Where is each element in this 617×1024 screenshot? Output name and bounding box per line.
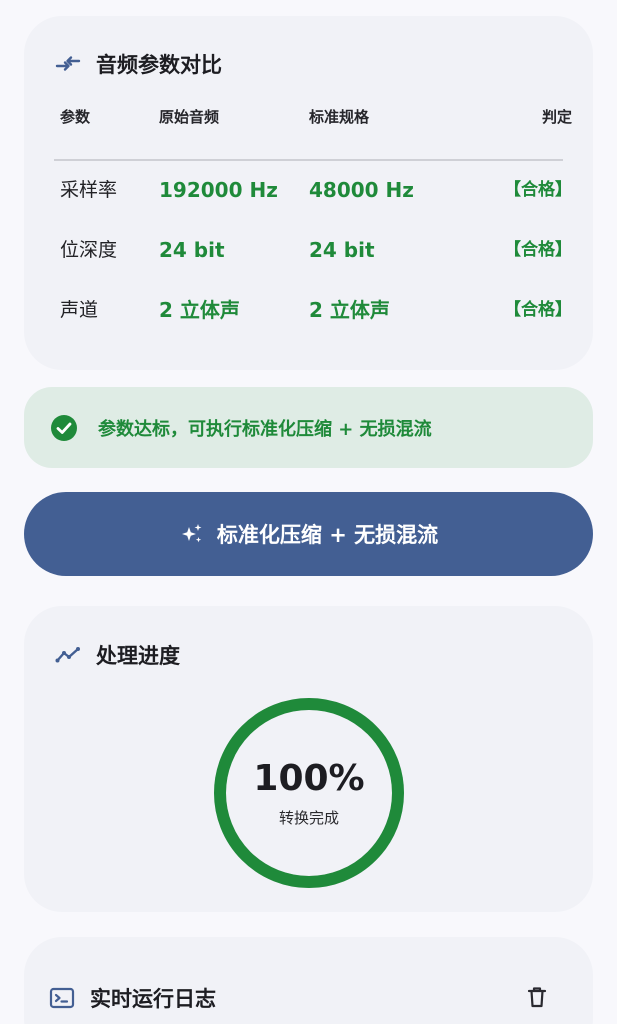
- compress-mux-button-label: 标准化压缩 + 无损混流: [216, 523, 439, 547]
- compress-mux-button[interactable]: 标准化压缩 + 无损混流: [24, 492, 593, 576]
- progress-card: 处理进度 100% 转换完成: [24, 606, 593, 912]
- header-param: 参数: [60, 108, 91, 126]
- row-original: 24 bit: [159, 238, 225, 262]
- table-divider: [54, 159, 563, 161]
- params-table-body: 采样率 192000 Hz 48000 Hz 【合格】 位深度 24 bit 2…: [54, 176, 572, 356]
- row-verdict: 【合格】: [504, 300, 572, 320]
- row-standard: 48000 Hz: [309, 178, 414, 202]
- progress-percent: 100%: [253, 757, 365, 799]
- trash-icon[interactable]: [525, 985, 549, 1009]
- params-title: 音频参数对比: [54, 49, 222, 79]
- trend-line-icon: [54, 641, 82, 669]
- page: 音频参数对比 参数 原始音频 标准规格 判定 采样率 192000 Hz 480…: [0, 0, 617, 1024]
- progress-status: 转换完成: [278, 808, 339, 827]
- table-row: 采样率 192000 Hz 48000 Hz 【合格】: [54, 176, 572, 236]
- progress-title: 处理进度: [54, 640, 180, 670]
- row-standard: 2 立体声: [309, 298, 390, 322]
- terminal-icon: [48, 984, 76, 1012]
- progress-ring-text: 100% 转换完成: [212, 696, 406, 890]
- row-verdict: 【合格】: [504, 180, 572, 200]
- progress-title-text: 处理进度: [96, 644, 180, 668]
- header-original: 原始音频: [159, 108, 220, 126]
- header-verdict: 判定: [541, 108, 572, 126]
- table-header-row: 参数 原始音频 标准规格 判定: [54, 106, 572, 134]
- row-original: 2 立体声: [159, 298, 240, 322]
- header-standard: 标准规格: [309, 108, 370, 126]
- table-row: 声道 2 立体声 2 立体声 【合格】: [54, 296, 572, 356]
- params-table-header: 参数 原始音频 标准规格 判定: [54, 106, 572, 134]
- row-original: 192000 Hz: [159, 178, 278, 202]
- progress-ring: 100% 转换完成: [212, 696, 406, 890]
- log-title-text: 实时运行日志: [90, 987, 216, 1011]
- row-param: 采样率: [60, 179, 118, 201]
- row-param: 位深度: [60, 239, 118, 261]
- check-circle-icon: [51, 414, 77, 441]
- row-standard: 24 bit: [309, 238, 375, 262]
- status-banner-text: 参数达标，可执行标准化压缩 + 无损混流: [98, 418, 432, 440]
- params-card: 音频参数对比 参数 原始音频 标准规格 判定 采样率 192000 Hz 480…: [24, 16, 593, 370]
- params-title-text: 音频参数对比: [96, 53, 222, 77]
- table-row: 位深度 24 bit 24 bit 【合格】: [54, 236, 572, 296]
- log-title: 实时运行日志: [48, 983, 216, 1013]
- compare-arrows-icon: [54, 50, 82, 78]
- row-param: 声道: [60, 299, 99, 321]
- status-banner: 参数达标，可执行标准化压缩 + 无损混流: [24, 387, 593, 468]
- row-verdict: 【合格】: [504, 240, 572, 260]
- log-card: 实时运行日志: [24, 937, 593, 1024]
- sparkle-icon: [181, 524, 202, 543]
